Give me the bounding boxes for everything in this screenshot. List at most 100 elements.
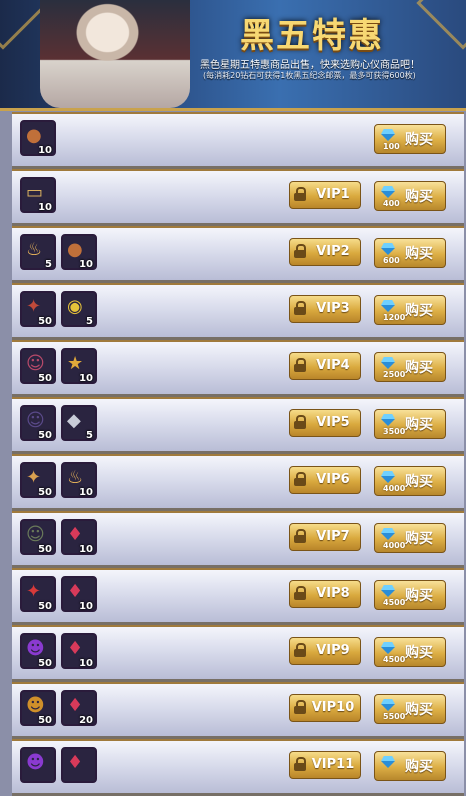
hero-portrait-icon: ☺ bbox=[26, 353, 45, 374]
offer-row: ☻ ♦ VIP11 购买 bbox=[12, 739, 464, 796]
buy-button[interactable]: 5500 购买 bbox=[374, 694, 446, 724]
item-quantity: 5 bbox=[86, 316, 93, 327]
reward-item[interactable]: ♦ bbox=[61, 747, 97, 783]
price-label: 4000 bbox=[383, 541, 406, 550]
buy-button[interactable]: 4500 购买 bbox=[374, 580, 446, 610]
item-quantity: 50 bbox=[38, 715, 52, 726]
vip-requirement-badge: VIP4 bbox=[289, 352, 361, 380]
reward-item[interactable]: ✦ 50 bbox=[20, 291, 56, 327]
reward-item[interactable]: ☻ 50 bbox=[20, 633, 56, 669]
buy-button[interactable]: 600 购买 bbox=[374, 238, 446, 268]
price-label: 1200 bbox=[383, 313, 406, 322]
gold-ticket-icon: ▭ bbox=[26, 182, 44, 203]
buy-button-label: 购买 bbox=[405, 759, 433, 775]
offer-row: ▭ 10 VIP1 400 购买 bbox=[12, 169, 464, 226]
item-quantity: 50 bbox=[38, 316, 52, 327]
offer-row: ☻ 50 ♦ 10 VIP9 4500 购买 bbox=[12, 625, 464, 682]
diamond-icon bbox=[381, 642, 395, 654]
price-label: 4500 bbox=[383, 598, 406, 607]
copper-orb-icon: ● bbox=[67, 239, 83, 260]
lock-icon bbox=[294, 187, 306, 201]
vip-requirement-badge: VIP5 bbox=[289, 409, 361, 437]
diamond-icon bbox=[381, 300, 395, 312]
offer-row: ☻ 50 ♦ 20 VIP10 5500 购买 bbox=[12, 682, 464, 739]
offer-row: ✦ 50 ♨ 10 VIP6 4000 购买 bbox=[12, 454, 464, 511]
reward-item[interactable]: ◉ 5 bbox=[61, 291, 97, 327]
reward-item[interactable]: ♦ 10 bbox=[61, 519, 97, 555]
reward-item[interactable]: ♨ 5 bbox=[20, 234, 56, 270]
item-quantity: 5 bbox=[86, 430, 93, 441]
item-quantity: 10 bbox=[79, 601, 93, 612]
reward-item[interactable]: ♦ 10 bbox=[61, 633, 97, 669]
item-quantity: 10 bbox=[38, 202, 52, 213]
reward-item[interactable]: ● 10 bbox=[20, 120, 56, 156]
reward-item[interactable]: ♨ 10 bbox=[61, 462, 97, 498]
buy-button[interactable]: 2500 购买 bbox=[374, 352, 446, 382]
buy-button-label: 购买 bbox=[405, 189, 433, 205]
item-quantity: 10 bbox=[79, 259, 93, 270]
vip-requirement-badge: VIP9 bbox=[289, 637, 361, 665]
price-label: 600 bbox=[383, 256, 400, 265]
diamond-icon bbox=[381, 699, 395, 711]
hero-fragment-icon: ✦ bbox=[26, 296, 42, 317]
red-gem-icon: ♦ bbox=[67, 581, 84, 602]
red-gem-icon: ♦ bbox=[67, 524, 84, 545]
vip-level-label: VIP6 bbox=[316, 472, 350, 487]
reward-item[interactable]: ☺ 50 bbox=[20, 348, 56, 384]
lock-icon bbox=[294, 358, 306, 372]
reward-item[interactable]: ✦ 50 bbox=[20, 462, 56, 498]
vip-level-label: VIP4 bbox=[316, 358, 350, 373]
vip-requirement-badge: VIP11 bbox=[289, 751, 361, 779]
reward-item[interactable]: ★ 10 bbox=[61, 348, 97, 384]
buy-button[interactable]: 3500 购买 bbox=[374, 409, 446, 439]
vip-level-label: VIP8 bbox=[316, 586, 350, 601]
lock-icon bbox=[294, 472, 306, 486]
price-label: 4500 bbox=[383, 655, 406, 664]
price-label: 5500 bbox=[383, 712, 406, 721]
lock-icon bbox=[294, 301, 306, 315]
diamond-icon bbox=[381, 414, 395, 426]
diamond-icon bbox=[381, 756, 395, 768]
buy-button[interactable]: 400 购买 bbox=[374, 181, 446, 211]
mystery-hero-icon: ☻ bbox=[26, 695, 45, 716]
reward-item[interactable]: ▭ 10 bbox=[20, 177, 56, 213]
reward-item[interactable]: ◆ 5 bbox=[61, 405, 97, 441]
reward-item[interactable]: ● 10 bbox=[61, 234, 97, 270]
buy-button[interactable]: 1200 购买 bbox=[374, 295, 446, 325]
diamond-icon bbox=[381, 471, 395, 483]
lock-icon bbox=[294, 586, 306, 600]
item-quantity: 50 bbox=[38, 544, 52, 555]
buy-button-label: 购买 bbox=[405, 645, 433, 661]
buy-button[interactable]: 4500 购买 bbox=[374, 637, 446, 667]
reward-item[interactable]: ♦ 10 bbox=[61, 576, 97, 612]
red-gem-icon: ♦ bbox=[67, 638, 84, 659]
item-quantity: 50 bbox=[38, 487, 52, 498]
reward-item[interactable]: ☻ bbox=[20, 747, 56, 783]
diamond-icon bbox=[381, 585, 395, 597]
reward-item[interactable]: ☺ 50 bbox=[20, 519, 56, 555]
item-quantity: 50 bbox=[38, 430, 52, 441]
reward-item[interactable]: ♦ 20 bbox=[61, 690, 97, 726]
buy-button[interactable]: 购买 bbox=[374, 751, 446, 781]
item-quantity: 10 bbox=[79, 658, 93, 669]
lock-icon bbox=[294, 757, 306, 771]
price-label: 400 bbox=[383, 199, 400, 208]
beer-mug-icon: ♨ bbox=[26, 239, 43, 260]
vip-level-label: VIP9 bbox=[316, 643, 350, 658]
offer-row: ☺ 50 ◆ 5 VIP5 3500 购买 bbox=[12, 397, 464, 454]
hero-fragment-icon: ✦ bbox=[26, 581, 42, 602]
buy-button[interactable]: 100 购买 bbox=[374, 124, 446, 154]
buy-button[interactable]: 4000 购买 bbox=[374, 466, 446, 496]
reward-item[interactable]: ☺ 50 bbox=[20, 405, 56, 441]
reward-item[interactable]: ✦ 50 bbox=[20, 576, 56, 612]
mystery-hero-icon: ☻ bbox=[26, 638, 45, 659]
vip-level-label: VIP1 bbox=[316, 187, 350, 202]
diamond-icon bbox=[381, 186, 395, 198]
item-quantity: 10 bbox=[38, 145, 52, 156]
diamond-icon bbox=[381, 129, 395, 141]
reward-item[interactable]: ☻ 50 bbox=[20, 690, 56, 726]
buy-button[interactable]: 4000 购买 bbox=[374, 523, 446, 553]
price-label: 4000 bbox=[383, 484, 406, 493]
lock-icon bbox=[294, 244, 306, 258]
vip-level-label: VIP2 bbox=[316, 244, 350, 259]
